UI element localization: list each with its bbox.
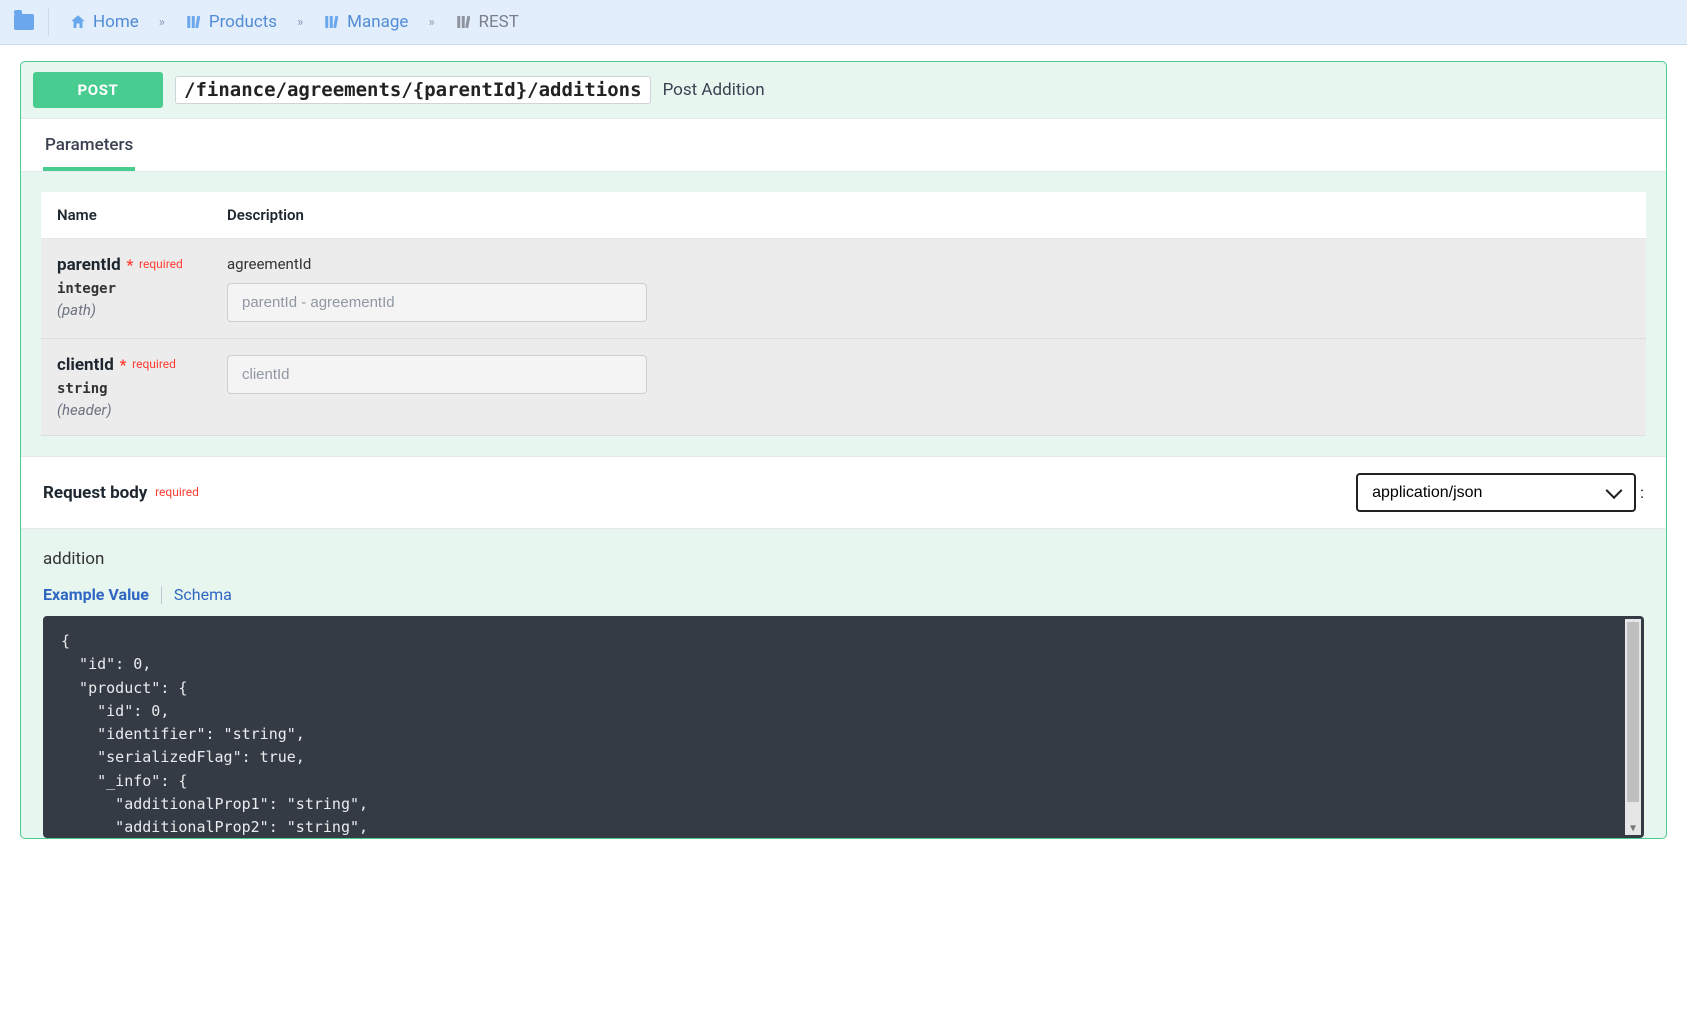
books-icon	[455, 13, 473, 31]
home-icon	[69, 13, 87, 31]
crumb-manage[interactable]: Manage	[317, 12, 414, 32]
required-star: *	[126, 256, 133, 274]
crumb-rest-label: REST	[479, 12, 519, 32]
request-body-header: Request body required application/json :	[21, 456, 1666, 529]
required-label: required	[132, 357, 176, 371]
chevron-right-icon: »	[291, 15, 309, 30]
crumb-products-label: Products	[209, 12, 277, 32]
drawer-folder-icon[interactable]	[14, 14, 34, 30]
parameters-table: Name Description parentId * required int…	[41, 192, 1646, 436]
breadcrumb: Home » Products » Manage » REST	[0, 0, 1687, 45]
request-body: addition Example Value Schema { "id": 0,…	[21, 529, 1666, 838]
param-in: (path)	[57, 301, 195, 319]
scroll-down-icon[interactable]: ▼	[1625, 823, 1641, 835]
tab-example-value[interactable]: Example Value	[43, 585, 149, 604]
param-input-clientid[interactable]	[227, 355, 647, 394]
param-description: agreementId	[227, 255, 1630, 273]
required-star: *	[120, 356, 127, 374]
scrollbar[interactable]: ▲▼	[1625, 619, 1641, 835]
crumb-home[interactable]: Home	[63, 12, 145, 32]
crumb-rest: REST	[449, 12, 525, 32]
required-label: required	[139, 257, 183, 271]
tab-separator	[161, 586, 162, 604]
content-type-select[interactable]: application/json	[1356, 473, 1636, 512]
operation-tabs: Parameters	[21, 118, 1666, 172]
operation-header[interactable]: POST /finance/agreements/{parentId}/addi…	[21, 62, 1666, 118]
example-code-block[interactable]: { "id": 0, "product": { "id": 0, "identi…	[43, 616, 1644, 838]
param-input-parentid[interactable]	[227, 283, 647, 322]
param-type: string	[57, 381, 195, 397]
model-tabs: Example Value Schema	[43, 585, 1644, 604]
breadcrumb-divider	[48, 8, 49, 36]
scrollbar-thumb[interactable]	[1627, 622, 1639, 802]
chevron-right-icon: »	[153, 15, 171, 30]
http-method-badge: POST	[33, 72, 163, 108]
content-type-suffix: :	[1640, 483, 1644, 502]
required-label: required	[155, 485, 199, 499]
request-body-description: addition	[43, 549, 1644, 569]
example-code-text: { "id": 0, "product": { "id": 0, "identi…	[61, 632, 368, 836]
crumb-home-label: Home	[93, 12, 139, 32]
table-row: clientId * required string (header)	[41, 339, 1646, 436]
crumb-manage-label: Manage	[347, 12, 408, 32]
param-in: (header)	[57, 401, 195, 419]
operation-path: /finance/agreements/{parentId}/additions	[175, 76, 651, 104]
chevron-right-icon: »	[422, 15, 440, 30]
books-icon	[185, 13, 203, 31]
request-body-title: Request body	[43, 483, 147, 503]
operation-block: POST /finance/agreements/{parentId}/addi…	[20, 61, 1667, 839]
col-name: Name	[41, 192, 211, 239]
tab-parameters[interactable]: Parameters	[43, 119, 135, 171]
param-name: clientId	[57, 355, 114, 375]
tab-schema[interactable]: Schema	[174, 585, 232, 604]
col-description: Description	[211, 192, 1646, 239]
param-type: integer	[57, 281, 195, 297]
param-name: parentId	[57, 255, 121, 275]
books-icon	[323, 13, 341, 31]
table-row: parentId * required integer (path) agree…	[41, 239, 1646, 339]
operation-summary: Post Addition	[663, 80, 765, 100]
crumb-products[interactable]: Products	[179, 12, 283, 32]
